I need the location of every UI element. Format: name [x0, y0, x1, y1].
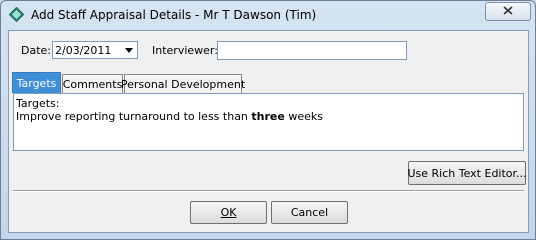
editor-line-2: Improve reporting turnaround to less tha…	[16, 110, 323, 123]
targets-text-editor[interactable]: Targets: Improve reporting turnaround to…	[13, 93, 524, 151]
tab-personal-development[interactable]: Personal Development	[121, 74, 245, 93]
close-icon	[503, 5, 513, 18]
rich-text-editor-button[interactable]: Use Rich Text Editor...	[407, 161, 527, 185]
tab-comments[interactable]: Comments	[62, 74, 123, 93]
editor-bold-text: three	[251, 110, 285, 123]
close-button[interactable]	[485, 2, 531, 21]
title-bar[interactable]: Add Staff Appraisal Details - Mr T Dawso…	[1, 1, 535, 29]
cancel-button[interactable]: Cancel	[271, 201, 348, 224]
date-picker[interactable]: 2/03/2011	[52, 41, 138, 59]
chevron-down-icon[interactable]	[121, 42, 137, 58]
editor-content: Targets: Improve reporting turnaround to…	[16, 97, 323, 123]
window-title: Add Staff Appraisal Details - Mr T Dawso…	[31, 8, 317, 22]
editor-text-segment: Improve reporting turnaround to less tha…	[16, 110, 252, 123]
dialog-window: Add Staff Appraisal Details - Mr T Dawso…	[0, 0, 536, 240]
tab-targets[interactable]: Targets	[12, 72, 61, 93]
date-label: Date:	[21, 44, 51, 57]
ok-label: OK	[220, 206, 237, 219]
ok-button[interactable]: OK	[190, 201, 267, 224]
separator	[13, 190, 524, 192]
interviewer-label: Interviewer:	[152, 44, 218, 57]
interviewer-field[interactable]	[217, 41, 407, 60]
editor-text-segment: weeks	[284, 110, 323, 123]
dialog-body: Date: 2/03/2011 Interviewer: Targets Com…	[8, 30, 529, 233]
app-icon	[8, 6, 25, 23]
editor-line-1: Targets:	[16, 97, 60, 110]
date-value: 2/03/2011	[55, 44, 112, 57]
